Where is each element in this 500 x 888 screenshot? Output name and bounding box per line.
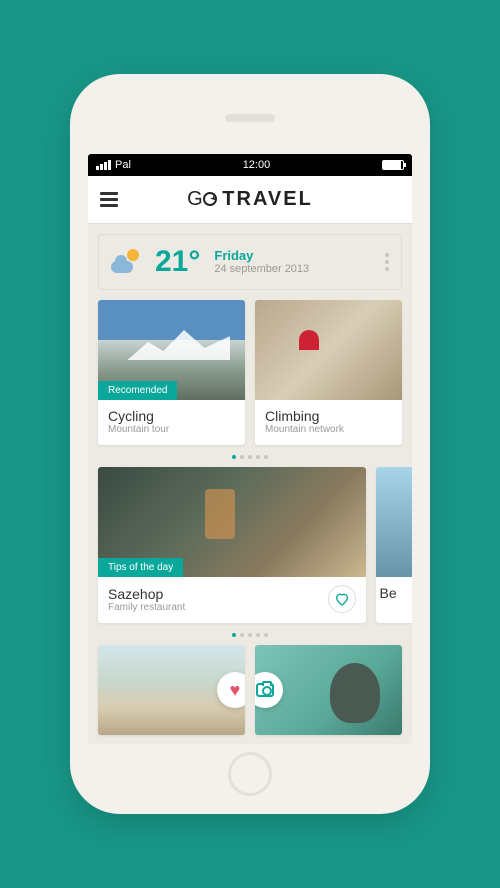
card-subtitle: Mountain tour bbox=[108, 424, 235, 435]
camera-icon bbox=[256, 683, 274, 697]
weekday: Friday bbox=[214, 248, 309, 264]
status-left: Pal bbox=[96, 159, 131, 171]
app-logo: G TRAVEL bbox=[118, 188, 382, 211]
screen: Pal 12:00 G TRAVEL 21° bbox=[88, 154, 412, 744]
photo-card-seal[interactable] bbox=[255, 645, 402, 735]
nav-bar: G TRAVEL bbox=[88, 176, 412, 224]
tip-card-peek[interactable]: Be bbox=[376, 467, 412, 623]
temperature: 21° bbox=[155, 245, 200, 279]
heart-fill-icon: ♥ bbox=[230, 680, 241, 701]
favorite-button[interactable] bbox=[328, 585, 356, 613]
card-title: Cycling bbox=[108, 408, 235, 424]
card-image: Recomended bbox=[98, 300, 245, 400]
badge-recommended: Recomended bbox=[98, 381, 177, 400]
pager-tips bbox=[98, 629, 402, 645]
home-button[interactable] bbox=[228, 752, 272, 796]
photo-card-beach[interactable]: ♥ bbox=[98, 645, 245, 735]
card-image bbox=[376, 467, 412, 577]
card-subtitle: Mountain network bbox=[265, 424, 392, 435]
phone-speaker bbox=[225, 114, 275, 122]
tips-row: Tips of the day Sazehop Family restauran… bbox=[98, 467, 402, 623]
card-image: Tips of the day bbox=[98, 467, 366, 577]
signal-icon bbox=[96, 160, 111, 170]
sun-cloud-icon bbox=[111, 249, 141, 275]
pager-featured bbox=[98, 451, 402, 467]
phone-frame: Pal 12:00 G TRAVEL 21° bbox=[70, 74, 430, 814]
battery-icon bbox=[382, 160, 404, 170]
status-bar: Pal 12:00 bbox=[88, 154, 412, 176]
content: 21° Friday 24 september 2013 Recomended … bbox=[88, 224, 412, 744]
logo-travel: TRAVEL bbox=[222, 188, 313, 210]
photo-row: ♥ bbox=[98, 645, 402, 735]
clock: 12:00 bbox=[243, 159, 271, 171]
menu-button[interactable] bbox=[100, 192, 118, 207]
featured-card-climbing[interactable]: Climbing Mountain network bbox=[255, 300, 402, 445]
badge-tips: Tips of the day bbox=[98, 558, 183, 577]
weather-widget[interactable]: 21° Friday 24 september 2013 bbox=[98, 234, 402, 290]
card-subtitle: Family restaurant bbox=[108, 602, 185, 613]
status-right bbox=[382, 160, 404, 170]
more-button[interactable] bbox=[385, 253, 389, 271]
card-title: Climbing bbox=[265, 408, 392, 424]
featured-card-cycling[interactable]: Recomended Cycling Mountain tour bbox=[98, 300, 245, 445]
featured-row: Recomended Cycling Mountain tour Climbin… bbox=[98, 300, 402, 445]
date: 24 september 2013 bbox=[214, 263, 309, 276]
camera-button[interactable] bbox=[255, 672, 283, 708]
date-block: Friday 24 september 2013 bbox=[214, 248, 309, 277]
heart-outline-icon bbox=[334, 591, 350, 607]
carrier-label: Pal bbox=[115, 159, 131, 171]
card-title: Sazehop bbox=[108, 586, 185, 602]
card-title: Be bbox=[376, 577, 412, 609]
tip-card[interactable]: Tips of the day Sazehop Family restauran… bbox=[98, 467, 366, 623]
card-image bbox=[255, 300, 402, 400]
like-button[interactable]: ♥ bbox=[217, 672, 245, 708]
globe-icon bbox=[203, 192, 217, 206]
